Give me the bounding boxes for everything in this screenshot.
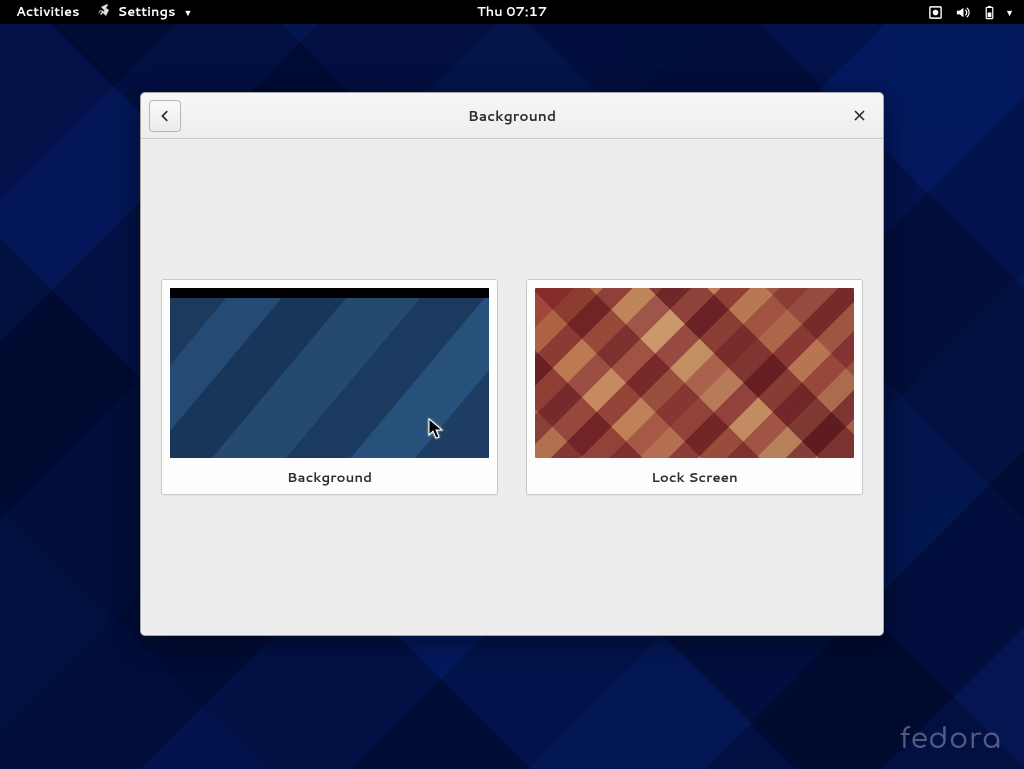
activities-button[interactable]: Activities — [8, 3, 88, 21]
dialog-content: Background Lock Screen — [141, 139, 883, 635]
background-settings-dialog: Background Background Lock Screen — [140, 92, 884, 636]
back-button[interactable] — [149, 100, 181, 132]
dialog-title: Background — [468, 106, 556, 126]
volume-icon[interactable] — [955, 5, 970, 20]
cursor-icon — [428, 418, 444, 440]
fedora-logo: fedora — [900, 723, 1002, 755]
lockscreen-preview — [535, 288, 854, 458]
chevron-down-icon: ▼ — [183, 6, 192, 19]
mini-panel — [170, 288, 489, 298]
panel-left: Activities Settings ▼ — [0, 2, 200, 23]
lockscreen-card-label: Lock Screen — [651, 468, 738, 487]
dialog-titlebar: Background — [141, 93, 883, 139]
panel-clock[interactable]: Thu 07:17 — [477, 3, 547, 21]
system-status-area[interactable]: ▼ — [928, 5, 1024, 20]
lockscreen-card[interactable]: Lock Screen — [526, 279, 863, 495]
background-card-label: Background — [287, 468, 372, 487]
accessibility-icon[interactable] — [928, 5, 943, 20]
top-panel: Activities Settings ▼ Thu 07:17 ▼ — [0, 0, 1024, 24]
background-preview — [170, 288, 489, 458]
app-menu-label: Settings — [118, 3, 176, 21]
chevron-down-icon: ▼ — [1005, 6, 1014, 19]
app-menu-button[interactable]: Settings ▼ — [88, 2, 201, 23]
settings-icon — [96, 2, 112, 23]
battery-icon[interactable] — [982, 5, 997, 20]
close-button[interactable] — [843, 100, 875, 132]
background-card[interactable]: Background — [161, 279, 498, 495]
